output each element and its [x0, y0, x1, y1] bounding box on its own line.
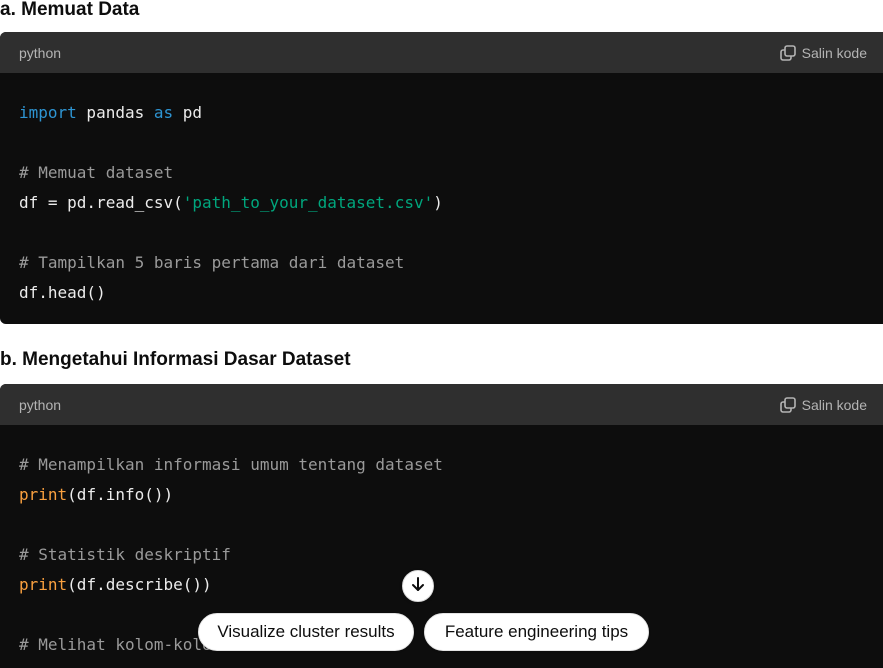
- code-token: df.head(): [19, 283, 106, 302]
- code-token: 'path_to_your_dataset.csv': [182, 193, 434, 212]
- code-token: print: [19, 485, 68, 504]
- code-block-header: python Salin kode: [0, 32, 883, 73]
- copy-code-label: Salin kode: [801, 44, 867, 61]
- chat-page: a. Memuat Data python Salin kode import …: [0, 0, 883, 668]
- copy-icon: [779, 44, 797, 62]
- copy-icon: [779, 396, 797, 414]
- code-line: # Menampilkan informasi umum tentang dat…: [19, 450, 883, 480]
- suggestion-chip-feature-engineering[interactable]: Feature engineering tips: [424, 613, 649, 651]
- code-token: pandas: [76, 103, 154, 122]
- code-content: import pandas as pd # Memuat dataset df =…: [0, 73, 883, 308]
- copy-code-button[interactable]: Salin kode: [779, 396, 867, 414]
- code-token: (df.describe()): [67, 575, 212, 594]
- code-token: import: [19, 103, 77, 122]
- code-line: # Statistik deskriptif: [19, 540, 883, 570]
- code-line: print(df.describe()): [19, 570, 883, 600]
- code-token: # Memuat dataset: [19, 163, 174, 182]
- code-line: df.head(): [19, 278, 883, 308]
- code-token: print: [19, 575, 68, 594]
- code-token: (df.info()): [67, 485, 174, 504]
- scroll-to-bottom-button[interactable]: [402, 570, 434, 602]
- code-line: print(df.info()): [19, 480, 883, 510]
- code-line: # Memuat dataset: [19, 158, 883, 188]
- code-line: import pandas as pd: [19, 98, 883, 128]
- code-line: df = pd.read_csv('path_to_your_dataset.c…: [19, 188, 883, 218]
- arrow-down-icon: [409, 575, 427, 598]
- code-line: print(df.columns): [19, 660, 883, 668]
- code-token: # Tampilkan 5 baris pertama dari dataset: [19, 253, 405, 272]
- code-token: as: [153, 103, 174, 122]
- code-language-label: python: [19, 44, 62, 61]
- code-token: # Menampilkan informasi umum tentang dat…: [19, 455, 443, 474]
- suggestion-chip-visualize-cluster[interactable]: Visualize cluster results: [198, 613, 414, 651]
- section-heading-basic-info: b. Mengetahui Informasi Dasar Dataset: [0, 349, 351, 370]
- code-token: ): [433, 193, 443, 212]
- code-token: # Statistik deskriptif: [19, 545, 231, 564]
- copy-code-button[interactable]: Salin kode: [779, 44, 867, 62]
- code-token: df = pd.read_csv(: [19, 193, 183, 212]
- code-language-label: python: [19, 396, 62, 413]
- code-block-load-data: python Salin kode import pandas as pd # …: [0, 32, 883, 324]
- code-block-header: python Salin kode: [0, 384, 883, 425]
- code-token: pd: [173, 103, 203, 122]
- copy-code-label: Salin kode: [801, 396, 867, 413]
- section-heading-load-data: a. Memuat Data: [0, 0, 140, 20]
- code-line: # Tampilkan 5 baris pertama dari dataset: [19, 248, 883, 278]
